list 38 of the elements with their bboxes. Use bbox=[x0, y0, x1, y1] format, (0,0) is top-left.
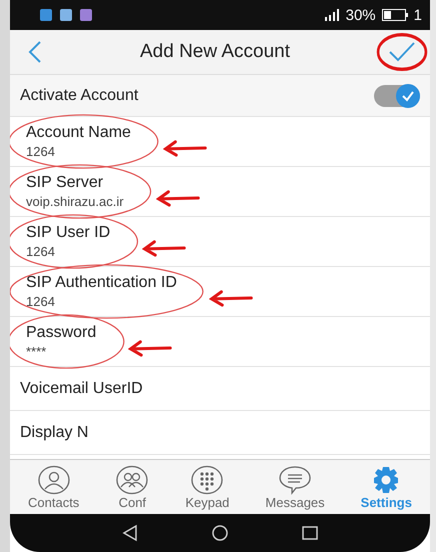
arrow-annotation bbox=[128, 338, 172, 356]
field-value[interactable]: voip.shirazu.ac.ir bbox=[26, 194, 124, 209]
battery-percent: 30% bbox=[346, 6, 376, 24]
tab[interactable]: Contacts bbox=[26, 462, 82, 512]
row-label: Activate Account bbox=[20, 86, 138, 104]
battery-icon bbox=[382, 9, 408, 21]
checkmark-icon bbox=[401, 90, 415, 102]
status-time: 1 bbox=[414, 6, 422, 24]
field-label: SIP User ID bbox=[26, 224, 110, 242]
chat-bubble-icon bbox=[278, 464, 312, 494]
group-icon bbox=[115, 464, 150, 494]
field-value[interactable]: **** bbox=[26, 344, 96, 359]
row-label[interactable]: Display N bbox=[20, 424, 88, 442]
field-value[interactable]: 1264 bbox=[26, 144, 131, 159]
field-value[interactable]: 1264 bbox=[26, 294, 177, 309]
signal-icon bbox=[324, 9, 340, 21]
tab[interactable]: Conf bbox=[113, 462, 152, 512]
field-label: Account Name bbox=[26, 124, 131, 142]
app-icon bbox=[80, 9, 92, 21]
home-nav-icon[interactable] bbox=[210, 523, 230, 543]
field-label: Password bbox=[26, 324, 96, 342]
person-icon bbox=[36, 464, 71, 494]
arrow-annotation bbox=[162, 138, 207, 156]
tab[interactable]: Keypad bbox=[183, 462, 232, 512]
arrow-annotation bbox=[156, 188, 200, 206]
row-label[interactable]: Voicemail UserID bbox=[20, 380, 143, 398]
tab[interactable]: Messages bbox=[263, 462, 327, 512]
screen-title: Add New Account bbox=[140, 41, 290, 63]
keypad-icon bbox=[190, 464, 224, 494]
field-label: SIP Server bbox=[26, 174, 104, 192]
app-icon bbox=[40, 9, 52, 21]
arrow-annotation bbox=[208, 288, 253, 306]
field-label: SIP Authentication ID bbox=[26, 274, 177, 292]
arrow-annotation bbox=[142, 238, 186, 256]
field-value[interactable]: 1264 bbox=[26, 244, 110, 259]
app-icon bbox=[60, 9, 72, 21]
back-nav-icon[interactable] bbox=[120, 523, 140, 543]
toggle-switch[interactable] bbox=[374, 84, 420, 106]
